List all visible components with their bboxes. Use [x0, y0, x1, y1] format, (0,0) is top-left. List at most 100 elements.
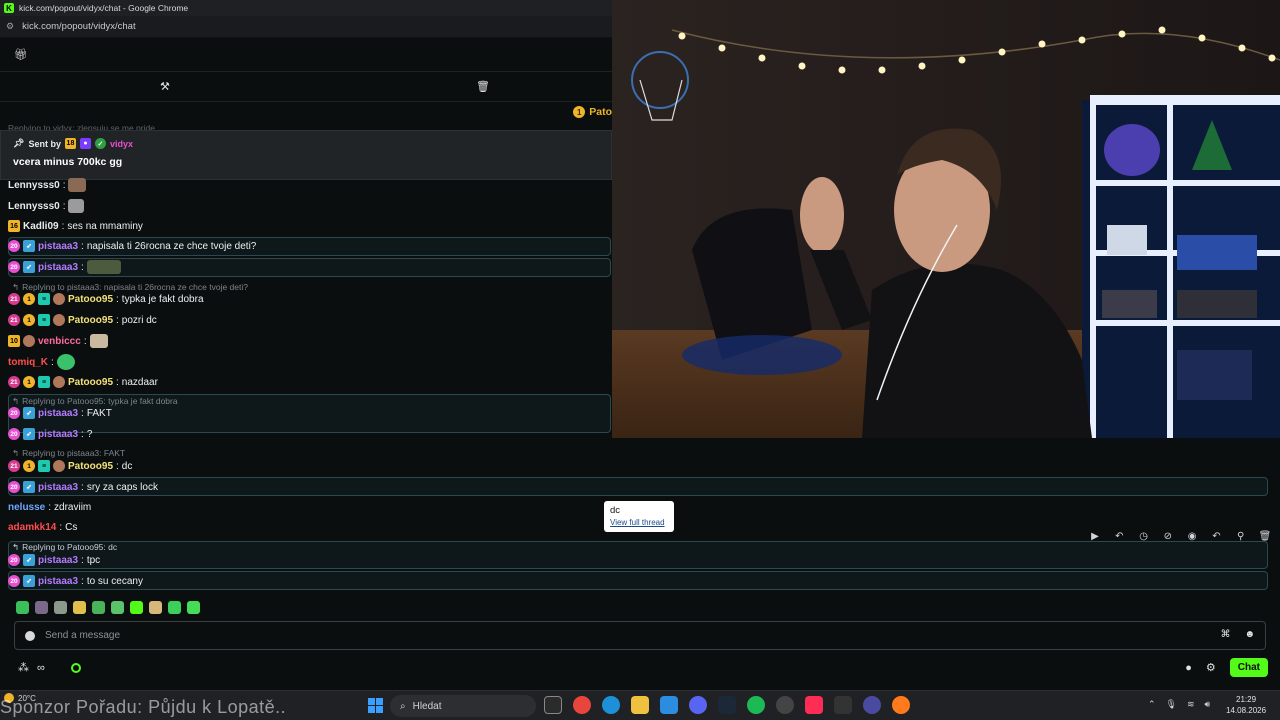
username[interactable]: pistaaa3: [38, 482, 78, 493]
emote-button[interactable]: [187, 601, 200, 614]
url-text[interactable]: kick.com/popout/vidyx/chat: [22, 21, 136, 32]
chat-message[interactable]: 21 1 ≡ Patooo95: nazdaar: [8, 376, 158, 388]
notepad-icon[interactable]: [660, 696, 678, 714]
username[interactable]: pistaaa3: [38, 576, 78, 587]
username[interactable]: Patooo95: [68, 294, 113, 305]
pinned-sender[interactable]: vidyx: [110, 139, 133, 149]
volume-icon[interactable]: 🔊︎: [1205, 699, 1211, 710]
stream-video[interactable]: [612, 0, 1280, 438]
microphone-icon[interactable]: 🎙︎: [1166, 699, 1177, 710]
chat-message[interactable]: 10 venbiccc:: [8, 334, 108, 348]
username[interactable]: nelusse: [8, 502, 45, 513]
username[interactable]: Patooo95: [68, 461, 113, 472]
points-icon[interactable]: [70, 662, 81, 673]
delete-icon[interactable]: 🗑︎: [1256, 531, 1274, 542]
obs-icon[interactable]: [776, 696, 794, 714]
tiktok-icon[interactable]: [805, 696, 823, 714]
chat-message[interactable]: 21 1 ≡ Patooo95: dc: [8, 460, 132, 472]
chat-message[interactable]: 20 ➶ pistaaa3: napisala ti 26rocna ze ch…: [8, 240, 256, 252]
chat-message[interactable]: 16 Kadli09: ses na mmaminy: [8, 220, 143, 232]
username[interactable]: Lennysss0: [8, 180, 60, 191]
chat-message[interactable]: tomiq_K:: [8, 354, 75, 370]
infinity-icon[interactable]: ∞: [37, 662, 45, 674]
firefox-icon[interactable]: [892, 696, 910, 714]
chat-message[interactable]: 21 1 ≡ Patooo95: typka je fakt dobra: [8, 293, 204, 305]
mod-view-icon[interactable]: ◉: [1183, 531, 1201, 542]
app-icon[interactable]: [863, 696, 881, 714]
username[interactable]: pistaaa3: [38, 429, 78, 440]
reply-icon[interactable]: ↶: [1110, 531, 1128, 542]
edge-icon[interactable]: [602, 696, 620, 714]
reply-context[interactable]: ↰ Replying to pistaaa3: napisala ti 26ro…: [12, 282, 248, 293]
pin-icon[interactable]: ⚲: [1232, 531, 1250, 542]
emote-button[interactable]: [92, 601, 105, 614]
top-gifter[interactable]: 1 Pato: [573, 106, 612, 118]
reply-context[interactable]: ↰ Replying to Patooo95: dc: [12, 542, 117, 553]
username[interactable]: adamkk14: [8, 522, 56, 533]
chevron-up-icon[interactable]: ⌃: [1148, 699, 1156, 710]
taskbar-search[interactable]: ⌕ Hledat: [390, 695, 536, 717]
chat-input-box[interactable]: ⌘ ☻: [14, 621, 1266, 650]
emote-button[interactable]: [54, 601, 67, 614]
play-icon[interactable]: ▶: [1086, 531, 1104, 542]
undo-icon[interactable]: ↶: [1207, 531, 1225, 542]
file-explorer-icon[interactable]: [631, 696, 649, 714]
username[interactable]: tomiq_K: [8, 357, 48, 368]
emote-button[interactable]: [130, 601, 143, 614]
emote-button[interactable]: [111, 601, 124, 614]
translate-icon[interactable]: ⌘: [1220, 629, 1230, 640]
steam-icon[interactable]: [718, 696, 736, 714]
clock[interactable]: 21:29 14.08.2026: [1226, 694, 1266, 716]
emote-button[interactable]: [35, 601, 48, 614]
chat-message[interactable]: Lennysss0:: [8, 178, 87, 192]
chat-input[interactable]: [45, 630, 1145, 641]
chat-message[interactable]: 20 ➶ pistaaa3: ?: [8, 428, 92, 440]
username[interactable]: Patooo95: [68, 315, 113, 326]
username[interactable]: pistaaa3: [38, 408, 78, 419]
chrome-icon[interactable]: [573, 696, 591, 714]
chat-message[interactable]: 20 ➶ pistaaa3: FAKT: [8, 407, 112, 419]
users-icon[interactable]: ⁂: [18, 661, 29, 674]
discord-icon[interactable]: [689, 696, 707, 714]
chat-message[interactable]: nelusse: zdraviim: [8, 502, 91, 513]
emote-button[interactable]: [16, 601, 29, 614]
chat-message[interactable]: 20 ➶ pistaaa3: to su cecany: [8, 575, 143, 587]
username[interactable]: pistaaa3: [38, 555, 78, 566]
settings-icon[interactable]: ⚙: [1206, 661, 1216, 674]
pinned-message[interactable]: 📌︎ Sent by 18 ● ✓ vidyx vcera minus 700k…: [0, 130, 612, 180]
reply-context[interactable]: ↰ Replying to pistaaa3: FAKT: [12, 448, 125, 459]
chat-message[interactable]: 20 ➶ pistaaa3: sry za caps lock: [8, 481, 158, 493]
chat-message[interactable]: 21 1 ≡ Patooo95: pozri dc: [8, 314, 157, 326]
username[interactable]: Lennysss0: [8, 201, 60, 212]
site-settings-icon[interactable]: ⚙: [6, 21, 14, 32]
username[interactable]: Patooo95: [68, 377, 113, 388]
trash-icon[interactable]: 🗑︎: [476, 80, 490, 93]
chat-send-button[interactable]: Chat: [1229, 658, 1268, 677]
username[interactable]: pistaaa3: [38, 241, 78, 252]
username[interactable]: Kadli09: [23, 221, 59, 232]
emoji-icon[interactable]: ☻: [1244, 629, 1255, 640]
address-bar[interactable]: ⚙ kick.com/popout/vidyx/chat: [0, 16, 612, 38]
gift-icon[interactable]: 🎁︎: [14, 48, 28, 61]
timeout-clock-icon[interactable]: ◷: [1135, 531, 1153, 542]
chat-bubble-icon[interactable]: ●: [1185, 662, 1192, 674]
username[interactable]: pistaaa3: [38, 262, 78, 273]
hammer-icon[interactable]: ⚒: [160, 80, 170, 93]
reply-context[interactable]: ↰ Replying to Patooo95: typka je fakt do…: [12, 396, 178, 407]
windows-start-icon[interactable]: [368, 698, 383, 713]
ban-icon[interactable]: ⊘: [1159, 531, 1177, 542]
wifi-icon[interactable]: ≋: [1187, 699, 1195, 710]
chat-message[interactable]: adamkk14: Cs: [8, 522, 77, 533]
emote-button[interactable]: [73, 601, 86, 614]
emote-button[interactable]: [168, 601, 181, 614]
emote-button[interactable]: [149, 601, 162, 614]
task-view-icon[interactable]: [544, 696, 562, 714]
view-full-thread-link[interactable]: View full thread: [610, 518, 668, 527]
username[interactable]: venbiccc: [38, 336, 81, 347]
chat-message[interactable]: Lennysss0:: [8, 199, 85, 213]
chat-message[interactable]: 20 ➶ pistaaa3:: [8, 260, 121, 274]
chat-message[interactable]: 20 ➶ pistaaa3: tpc: [8, 554, 100, 566]
emote-lizard: [86, 260, 121, 274]
spotify-icon[interactable]: [747, 696, 765, 714]
capcut-icon[interactable]: [834, 696, 852, 714]
